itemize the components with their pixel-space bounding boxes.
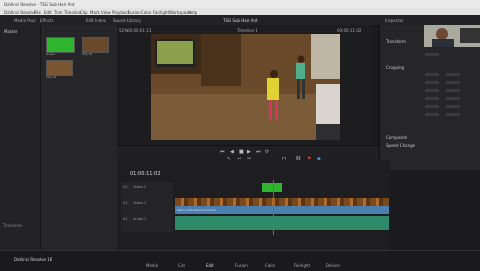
- track-name: Audio 1: [133, 217, 147, 221]
- inspector-section-transform[interactable]: Transform: [386, 39, 406, 44]
- viewer-clip-name: Timeline 1: [237, 28, 258, 33]
- timeline-video-clip-lower[interactable]: Atanu Kids Dance 2.mp4 L: [175, 206, 389, 214]
- menu-item-help[interactable]: Help: [188, 10, 197, 15]
- inspector-section-composite[interactable]: Composite: [386, 135, 407, 140]
- page-media[interactable]: Media: [146, 263, 158, 268]
- timeline-timecode: 01:00:11:02: [130, 171, 161, 177]
- viewer-timecode: 00:00:11:02: [337, 28, 362, 33]
- play-icon[interactable]: ▶: [247, 150, 251, 155]
- param-field[interactable]: [425, 53, 439, 56]
- timeline-video-clip[interactable]: [175, 198, 389, 206]
- title-bar: DaVinci Resolve - TSG Sub Hair Ant: [0, 0, 480, 8]
- menu-item-fusion[interactable]: Fusion: [128, 10, 141, 15]
- timeline-green-clip[interactable]: [262, 183, 282, 192]
- page-color[interactable]: Color: [265, 263, 275, 268]
- menu-item-trim[interactable]: Trim: [54, 10, 63, 15]
- clip-label: Clip 01: [82, 52, 93, 56]
- page-edit[interactable]: Edit: [206, 263, 214, 268]
- skip-forward-icon[interactable]: ⏭: [256, 150, 261, 155]
- menu-item-edit[interactable]: Edit: [44, 10, 52, 15]
- param-field[interactable]: [446, 97, 460, 100]
- menu-item-color[interactable]: Color: [141, 10, 151, 15]
- clip-label: Clip 02: [46, 75, 57, 79]
- timeline-name: TSG Sub Hair Ant: [223, 18, 258, 23]
- page-fusion[interactable]: Fusion: [235, 263, 248, 268]
- stop-icon[interactable]: ■: [239, 150, 244, 155]
- window-title: DaVinci Resolve - TSG Sub Hair Ant: [4, 2, 75, 7]
- param-field[interactable]: [425, 97, 439, 100]
- inspector-section-speed[interactable]: Speed Change: [386, 143, 415, 148]
- media-pool-panel: Master Timelines Green Clip 01 Clip 02: [0, 25, 118, 250]
- clip-thumb-2[interactable]: Clip 02: [46, 60, 73, 79]
- menu-item-view[interactable]: View: [101, 10, 111, 15]
- page-cut[interactable]: Cut: [178, 263, 185, 268]
- viewer-panel: 52% 00:00:01:13 Timeline 1 00:00:11:02: [117, 25, 372, 145]
- media-pool-toggle[interactable]: Media Pool: [14, 18, 36, 23]
- track-header-v2[interactable]: V2 Video 2: [121, 182, 173, 198]
- param-field[interactable]: [425, 81, 439, 84]
- timeline-audio-clip[interactable]: [175, 216, 389, 230]
- param-field[interactable]: [446, 81, 460, 84]
- sound-library-toggle[interactable]: Sound Library: [113, 18, 141, 23]
- menu-item-app[interactable]: DaVinci Resolve: [4, 10, 36, 15]
- param-field[interactable]: [425, 73, 439, 76]
- playhead[interactable]: [273, 180, 274, 235]
- param-field[interactable]: [446, 113, 460, 116]
- inspector-toggle[interactable]: Inspector: [385, 18, 404, 23]
- effects-toggle[interactable]: Effects: [40, 18, 54, 23]
- param-field[interactable]: [446, 89, 460, 92]
- source-timecode: 00:00:01:13: [127, 28, 152, 33]
- bin-master[interactable]: Master: [4, 29, 18, 34]
- param-field[interactable]: [425, 89, 439, 92]
- video-image: [151, 34, 340, 140]
- menu-item-mark[interactable]: Mark: [90, 10, 100, 15]
- page-fairlight[interactable]: Fairlight: [294, 263, 310, 268]
- track-id: A1: [123, 217, 128, 221]
- track-name: Video 2: [133, 185, 147, 189]
- param-field[interactable]: [425, 105, 439, 108]
- inspector-panel: Transform Cropping Composite Speed Chang…: [379, 25, 480, 170]
- video-frame[interactable]: [151, 34, 340, 140]
- track-id: V1: [123, 201, 128, 205]
- param-field[interactable]: [446, 105, 460, 108]
- track-name: Video 1: [133, 201, 147, 205]
- timelines-section[interactable]: Timelines: [3, 223, 22, 228]
- clip-label: Atanu Kids Dance 2.mp4 L: [177, 208, 217, 212]
- track-header-v1[interactable]: V1 Video 1: [121, 198, 173, 214]
- menu-item-timeline[interactable]: Timeline: [64, 10, 81, 15]
- timeline-panel: 01:00:11:02 V2 Video 2 V1 Video 1 A1 Aud…: [117, 160, 390, 250]
- app-name: DaVinci Resolve 16: [14, 257, 53, 262]
- loop-icon[interactable]: ⟳: [265, 150, 269, 155]
- webcam-overlay: [424, 25, 480, 47]
- clip-label: Green: [46, 52, 56, 56]
- page-navigation-bar: DaVinci Resolve 16 Media Cut Edit Fusion…: [0, 250, 480, 271]
- edit-index-toggle[interactable]: Edit Index: [86, 18, 106, 23]
- menu-bar: DaVinci Resolve File Edit Trim Timeline …: [0, 8, 480, 15]
- clip-thumb-green[interactable]: Green: [46, 37, 75, 56]
- clip-thumb-1[interactable]: Clip 01: [82, 37, 109, 56]
- bin-list: Master Timelines: [0, 25, 41, 250]
- skip-back-icon[interactable]: ⏮: [220, 150, 225, 155]
- inspector-section-cropping[interactable]: Cropping: [386, 65, 404, 70]
- play-reverse-icon[interactable]: ◀: [230, 150, 234, 155]
- menu-item-clip[interactable]: Clip: [80, 10, 88, 15]
- track-id: V2: [123, 185, 128, 189]
- menu-item-file[interactable]: File: [34, 10, 41, 15]
- param-field[interactable]: [446, 73, 460, 76]
- track-header-a1[interactable]: A1 Audio 1: [121, 214, 173, 232]
- param-field[interactable]: [425, 113, 439, 116]
- menu-item-fairlight[interactable]: Fairlight: [153, 10, 169, 15]
- page-deliver[interactable]: Deliver: [326, 263, 340, 268]
